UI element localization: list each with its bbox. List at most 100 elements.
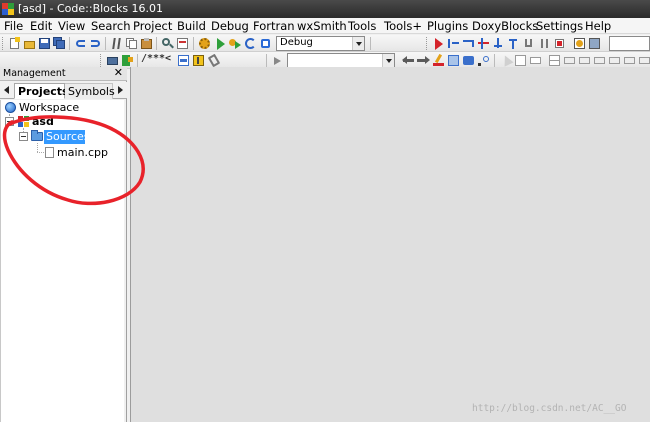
layout-rows-icon[interactable]	[563, 54, 576, 67]
management-tabs: Projects Symbols	[0, 82, 127, 99]
toolbar-grip[interactable]	[426, 37, 429, 50]
management-title: Management	[3, 68, 66, 79]
jump-forward-icon[interactable]	[417, 54, 430, 67]
debug-windows-icon[interactable]	[573, 37, 586, 50]
toolbar-separator	[370, 37, 371, 50]
run-icon[interactable]	[214, 37, 227, 50]
tree-item-workspace[interactable]: Workspace	[19, 101, 79, 114]
build-and-run-icon[interactable]	[229, 37, 242, 50]
step-into-icon[interactable]	[492, 37, 505, 50]
build-target-select[interactable]: Debug	[276, 36, 365, 51]
tree-item-project[interactable]: asd	[32, 115, 54, 128]
title-bar: [asd] - Code::Blocks 16.01	[0, 0, 650, 18]
tree-item-sources[interactable]: Sources	[46, 130, 90, 143]
next-instruction-icon[interactable]	[477, 37, 490, 50]
layout-grid-icon[interactable]	[593, 54, 606, 67]
open-folder-icon[interactable]	[23, 37, 36, 50]
menu-settings[interactable]: Settings	[536, 19, 583, 33]
tab-projects[interactable]: Projects	[14, 83, 69, 99]
layout-stack-icon[interactable]	[608, 54, 621, 67]
regex-icon[interactable]	[477, 54, 490, 67]
stop-debug-icon[interactable]	[553, 37, 566, 50]
step-into-instruction-icon[interactable]	[522, 37, 535, 50]
toolbar-grip[interactable]	[100, 54, 103, 67]
menu-help[interactable]: Help	[585, 19, 611, 33]
chevron-down-icon[interactable]	[352, 37, 364, 50]
debug-info-icon[interactable]	[588, 37, 601, 50]
doxy-preferences-icon[interactable]	[207, 53, 221, 68]
window-title: [asd] - Code::Blocks 16.01	[18, 2, 164, 15]
pause-icon[interactable]	[538, 37, 551, 50]
select-arrow-icon[interactable]	[499, 53, 514, 67]
run-to-cursor-icon[interactable]	[447, 37, 460, 50]
tab-scroll-right-icon[interactable]	[118, 86, 123, 94]
collapse-project-icon[interactable]	[5, 117, 14, 126]
layout-split-icon[interactable]	[548, 54, 561, 67]
new-file-icon[interactable]	[8, 37, 21, 50]
menu-tools[interactable]: Tools	[348, 19, 376, 33]
toolbar-separator	[494, 54, 495, 67]
tree-connector	[37, 152, 44, 153]
code-completion-icon[interactable]	[272, 54, 285, 67]
tab-scroll-left-icon[interactable]	[4, 86, 9, 94]
debug-start-icon[interactable]	[432, 37, 445, 50]
doxy-line-comment-button[interactable]: *<	[159, 53, 171, 64]
toolbar-separator	[69, 37, 70, 50]
menu-tools-plus[interactable]: Tools+	[384, 19, 422, 33]
collapse-sources-icon[interactable]	[19, 132, 28, 141]
selected-occurrence-icon[interactable]	[447, 54, 460, 67]
close-icon[interactable]: ✕	[114, 66, 123, 79]
menu-build[interactable]: Build	[177, 19, 206, 33]
editor-area[interactable]	[130, 67, 650, 422]
layout-columns-icon[interactable]	[578, 54, 591, 67]
next-line-icon[interactable]	[462, 37, 475, 50]
tab-symbols[interactable]: Symbols	[65, 83, 115, 99]
text-case-icon[interactable]	[462, 54, 475, 67]
workspace-icon	[5, 102, 16, 113]
doxy-block-comment-button[interactable]: /**	[141, 53, 159, 64]
jump-back-icon[interactable]	[402, 54, 415, 67]
step-out-icon[interactable]	[507, 37, 520, 50]
codeblocks-app-icon[interactable]	[2, 3, 14, 15]
copy-icon[interactable]	[125, 37, 138, 50]
menu-edit[interactable]: Edit	[30, 19, 52, 33]
rebuild-icon[interactable]	[244, 37, 257, 50]
save-all-icon[interactable]	[53, 37, 66, 50]
menu-plugins[interactable]: Plugins	[427, 19, 468, 33]
redo-icon[interactable]	[89, 37, 102, 50]
toolbar-grip[interactable]	[2, 37, 5, 50]
toolbar-separator	[105, 37, 106, 50]
debug-toolbar-select[interactable]	[609, 36, 650, 51]
chevron-down-icon[interactable]	[382, 54, 394, 67]
main-toolbar: Debug	[0, 35, 650, 52]
menu-search[interactable]: Search	[91, 19, 131, 33]
layout-left-icon[interactable]	[514, 54, 527, 67]
save-icon[interactable]	[38, 37, 51, 50]
tree-item-main-cpp[interactable]: main.cpp	[57, 146, 108, 159]
layout-panel-icon[interactable]	[529, 54, 542, 67]
menu-debug[interactable]: Debug	[211, 19, 249, 33]
find-icon[interactable]	[161, 37, 174, 50]
html-docs-icon[interactable]	[177, 54, 190, 67]
menu-file[interactable]: File	[4, 19, 23, 33]
menu-fortran[interactable]: Fortran	[253, 19, 295, 33]
layout-more-icon[interactable]	[638, 54, 650, 67]
highlight-icon[interactable]	[432, 53, 445, 67]
menu-doxyblocks[interactable]: DoxyBlocks	[472, 19, 538, 33]
menu-project[interactable]: Project	[133, 19, 172, 33]
undo-icon[interactable]	[74, 37, 87, 50]
management-panel: Management ✕ Projects Symbols Workspace …	[0, 66, 127, 422]
layout-full-icon[interactable]	[623, 54, 636, 67]
folder-open-icon	[31, 130, 43, 141]
replace-icon[interactable]	[176, 37, 189, 50]
chm-docs-icon[interactable]	[192, 54, 205, 67]
code-scope-select[interactable]	[287, 53, 395, 68]
cut-icon[interactable]	[110, 37, 123, 50]
menu-wxsmith[interactable]: wxSmith	[297, 19, 347, 33]
build-target-value: Debug	[280, 37, 313, 48]
watermark: http://blog.csdn.net/AC__GO	[472, 403, 627, 414]
abort-icon[interactable]	[259, 37, 272, 50]
menu-view[interactable]: View	[58, 19, 85, 33]
paste-icon[interactable]	[140, 37, 153, 50]
build-gear-icon[interactable]	[198, 37, 211, 50]
